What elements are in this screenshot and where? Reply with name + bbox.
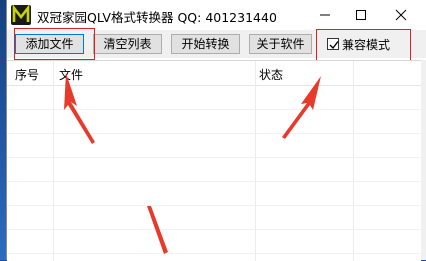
- maximize-button[interactable]: [341, 0, 381, 30]
- highlight-box-compat-mode: [316, 29, 411, 63]
- minimize-icon: [320, 14, 330, 16]
- column-header-index[interactable]: 序号: [15, 66, 39, 83]
- list-header: 序号 文件 状态: [7, 61, 421, 86]
- title-bar[interactable]: 双冠家园QLV格式转换器 QQ: 401231440: [7, 0, 426, 30]
- start-convert-button[interactable]: 开始转换: [171, 34, 240, 54]
- about-button[interactable]: 关于软件: [249, 34, 312, 54]
- maximize-icon: [356, 10, 366, 20]
- app-window: 双冠家园QLV格式转换器 QQ: 401231440 添加文件 清空列表 开始转…: [6, 0, 426, 261]
- window-title: 双冠家园QLV格式转换器 QQ: 401231440: [37, 10, 277, 25]
- close-button[interactable]: [381, 0, 421, 30]
- row-gridline: [7, 229, 421, 230]
- row-gridline: [7, 253, 421, 254]
- row-gridline: [7, 181, 421, 182]
- close-icon: [395, 9, 407, 21]
- row-gridline: [7, 157, 421, 158]
- row-gridline: [7, 109, 421, 110]
- minimize-button[interactable]: [305, 0, 345, 30]
- highlight-box-add-file: [14, 28, 95, 60]
- file-list[interactable]: 序号 文件 状态: [7, 60, 421, 261]
- clear-list-button[interactable]: 清空列表: [93, 34, 162, 54]
- column-header-status[interactable]: 状态: [259, 66, 283, 83]
- app-logo-icon: [11, 5, 31, 25]
- row-gridline: [7, 205, 421, 206]
- row-gridline: [7, 133, 421, 134]
- column-divider: [255, 61, 256, 261]
- column-header-file[interactable]: 文件: [59, 66, 83, 83]
- vertical-scrollbar[interactable]: [421, 60, 426, 260]
- column-divider: [353, 61, 354, 261]
- column-divider: [53, 61, 54, 261]
